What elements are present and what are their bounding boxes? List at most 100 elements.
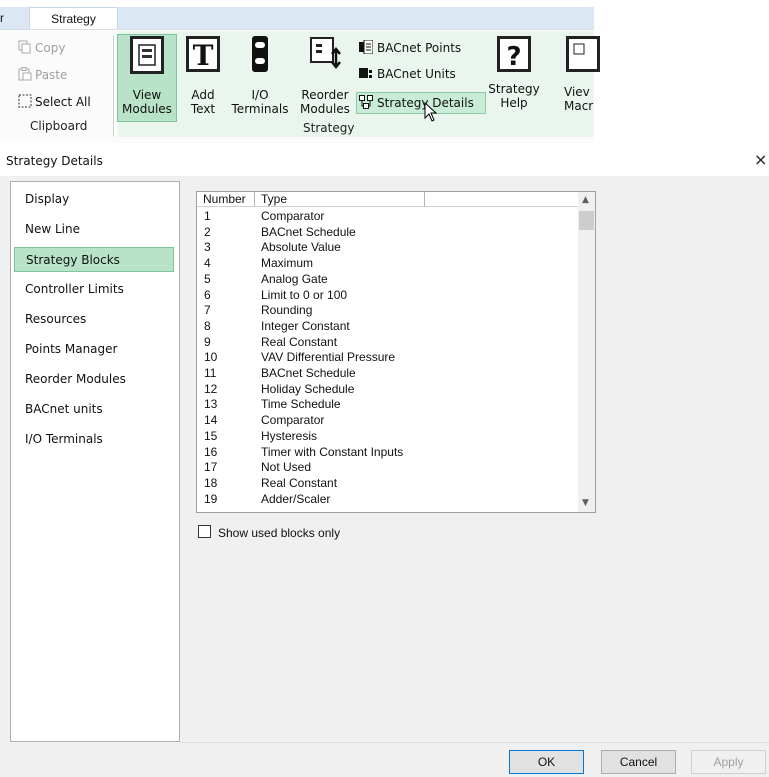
- cell-type: VAV Differential Pressure: [261, 350, 396, 365]
- table-row[interactable]: 10 VAV Differential Pressure: [197, 350, 579, 366]
- table-row[interactable]: 8 Integer Constant: [197, 319, 579, 335]
- cell-type: Rounding: [261, 303, 313, 318]
- view-macro-label-1: Viev: [564, 85, 590, 99]
- paste-icon: [18, 67, 32, 81]
- bacnet-units-label: BACnet Units: [377, 67, 456, 81]
- checkbox-box[interactable]: [198, 525, 211, 538]
- add-text-label-2: Text: [190, 102, 216, 116]
- view-macro-icon: [566, 36, 600, 72]
- cell-type: Maximum: [261, 256, 314, 271]
- table-row[interactable]: 9 Real Constant: [197, 335, 579, 351]
- cell-number: 6: [204, 287, 211, 302]
- clipboard-group-label: Clipboard: [30, 119, 88, 133]
- cell-type: Integer Constant: [261, 318, 350, 333]
- column-header-type[interactable]: Type: [255, 192, 425, 207]
- tab-strategy[interactable]: Strategy: [29, 7, 118, 31]
- apply-button[interactable]: Apply: [691, 750, 766, 774]
- dialog-titlebar: Strategy Details ×: [0, 146, 769, 176]
- table-row[interactable]: 18 Real Constant: [197, 476, 579, 492]
- copy-button[interactable]: Copy: [18, 39, 65, 57]
- cell-type: Analog Gate: [261, 271, 328, 286]
- reorder-modules-label-1: Reorder: [301, 88, 349, 102]
- nav-item-controller-limits[interactable]: Controller Limits: [14, 277, 174, 302]
- select-all-icon: [18, 94, 32, 108]
- text-icon: T: [186, 36, 220, 72]
- table-row[interactable]: 3 Absolute Value: [197, 240, 579, 256]
- table-row[interactable]: 19 Adder/Scaler: [197, 492, 579, 508]
- strategy-blocks-list[interactable]: Number Type 1 Comparator 2 BACnet Schedule 3…: [196, 191, 596, 513]
- close-icon[interactable]: ×: [754, 150, 767, 169]
- reorder-modules-button[interactable]: Reorder Modules: [296, 36, 354, 116]
- cell-type: Time Schedule: [261, 397, 341, 412]
- table-row[interactable]: 7 Rounding: [197, 303, 579, 319]
- nav-item-reorder-modules[interactable]: Reorder Modules: [14, 367, 174, 392]
- view-macro-button[interactable]: Viev Macr: [560, 36, 600, 113]
- paste-button[interactable]: Paste: [18, 66, 67, 84]
- nav-item-points-manager[interactable]: Points Manager: [14, 337, 174, 362]
- table-row[interactable]: 1 Comparator: [197, 209, 579, 225]
- view-macro-label-2: Macr: [564, 99, 594, 113]
- table-row[interactable]: 11 BACnet Schedule: [197, 366, 579, 382]
- cell-number: 1: [204, 209, 211, 223]
- reorder-modules-label-2: Modules: [300, 102, 350, 116]
- nav-item-bacnet-units[interactable]: BACnet units: [14, 397, 174, 422]
- select-all-button[interactable]: Select All: [18, 93, 91, 111]
- table-row[interactable]: 6 Limit to 0 or 100: [197, 288, 579, 304]
- scroll-down-icon[interactable]: ▼: [582, 498, 589, 508]
- io-terminals-button[interactable]: I/O Terminals: [229, 36, 291, 116]
- table-row[interactable]: 15 Hysteresis: [197, 429, 579, 445]
- table-row[interactable]: 16 Timer with Constant Inputs: [197, 445, 579, 461]
- cell-type: Comparator: [261, 209, 325, 223]
- column-header-empty: [425, 192, 579, 207]
- svg-text:?: ?: [506, 42, 521, 72]
- table-row[interactable]: 12 Holiday Schedule: [197, 382, 579, 398]
- ok-button[interactable]: OK: [509, 750, 584, 774]
- cell-type: Absolute Value: [261, 240, 341, 255]
- help-icon: ?: [497, 36, 531, 72]
- vertical-scrollbar[interactable]: ▲ ▼: [578, 192, 595, 512]
- cell-type: Adder/Scaler: [261, 491, 331, 506]
- table-row[interactable]: 13 Time Schedule: [197, 397, 579, 413]
- scroll-thumb[interactable]: [579, 211, 594, 230]
- bacnet-points-icon: [359, 40, 373, 54]
- cell-number: 19: [204, 491, 218, 506]
- cell-number: 8: [204, 318, 211, 333]
- tab-previous[interactable]: r: [0, 11, 4, 25]
- cell-number: 16: [204, 444, 218, 459]
- cell-number: 2: [204, 224, 211, 239]
- cell-number: 5: [204, 271, 211, 286]
- bacnet-points-button[interactable]: BACnet Points: [359, 40, 461, 56]
- group-separator: [113, 36, 114, 136]
- nav-item-strategy-blocks[interactable]: Strategy Blocks: [14, 247, 174, 272]
- view-modules-button[interactable]: View Modules: [117, 36, 177, 116]
- cell-type: BACnet Schedule: [261, 366, 356, 380]
- cell-type: Holiday Schedule: [261, 381, 355, 396]
- table-row[interactable]: 4 Maximum: [197, 256, 579, 272]
- cancel-button[interactable]: Cancel: [601, 750, 676, 774]
- cell-number: 12: [204, 381, 218, 396]
- copy-icon: [18, 40, 31, 54]
- nav-item-new-line[interactable]: New Line: [14, 217, 174, 242]
- nav-item-display[interactable]: Display: [14, 187, 174, 212]
- table-row[interactable]: 5 Analog Gate: [197, 272, 579, 288]
- io-terminals-icon: [252, 36, 268, 72]
- cell-type: Real Constant: [261, 334, 338, 349]
- column-header-number[interactable]: Number: [197, 192, 255, 207]
- show-used-blocks-checkbox[interactable]: Show used blocks only: [198, 525, 340, 540]
- show-used-blocks-label: Show used blocks only: [218, 526, 341, 540]
- view-modules-label-1: View: [132, 88, 162, 102]
- nav-item-resources[interactable]: Resources: [14, 307, 174, 332]
- bacnet-units-button[interactable]: BACnet Units: [359, 66, 456, 82]
- strategy-details-button[interactable]: Strategy Details: [359, 95, 474, 111]
- cell-number: 17: [204, 460, 218, 475]
- add-text-button[interactable]: T Add Text: [183, 36, 223, 116]
- table-row[interactable]: 17 Not Used: [197, 460, 579, 476]
- copy-label: Copy: [35, 41, 66, 55]
- table-row[interactable]: 14 Comparator: [197, 413, 579, 429]
- nav-item-i-o-terminals[interactable]: I/O Terminals: [14, 427, 174, 452]
- strategy-help-button[interactable]: ? Strategy Help: [486, 36, 542, 110]
- cell-number: 9: [204, 334, 211, 349]
- table-row[interactable]: 2 BACnet Schedule: [197, 225, 579, 241]
- strategy-help-label-2: Help: [500, 96, 528, 110]
- scroll-up-icon[interactable]: ▲: [582, 195, 589, 205]
